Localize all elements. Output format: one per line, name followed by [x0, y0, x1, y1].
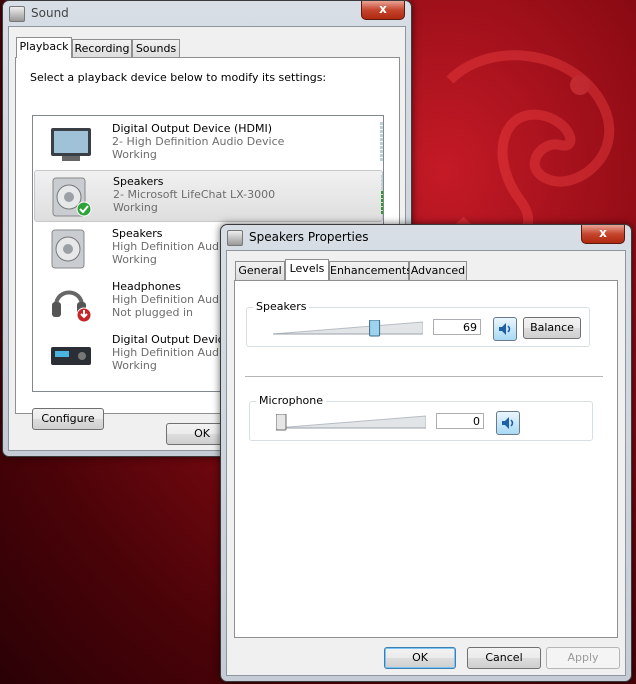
- speaker-default-icon: [52, 177, 92, 217]
- list-item-selected[interactable]: Speakers 2- Microsoft LifeChat LX-3000 W…: [34, 170, 383, 222]
- meter-segment: [380, 134, 383, 137]
- meter-segment: [380, 138, 383, 141]
- sound-titlebar[interactable]: Sound x: [3, 1, 411, 27]
- meter-segment: [380, 122, 383, 125]
- tab-recording[interactable]: Recording: [72, 39, 132, 58]
- meter-segment: [381, 203, 383, 206]
- meter-segment: [380, 154, 383, 157]
- properties-client-area: General Levels Enhancements Advanced Spe…: [226, 250, 626, 676]
- speakers-level-label: Speakers: [253, 300, 310, 313]
- receiver-icon: [51, 347, 91, 365]
- meter-segment: [380, 126, 383, 129]
- device-description: 2- Microsoft LifeChat LX-3000: [113, 188, 276, 201]
- device-description: 2- High Definition Audio Device: [112, 135, 285, 148]
- speakers-properties-window: Speakers Properties x General Levels Enh…: [220, 224, 632, 682]
- levels-panel: Speakers 69 Balance Microphone 0: [234, 280, 618, 638]
- list-item[interactable]: Digital Output Device (HDMI) 2- High Def…: [34, 118, 383, 168]
- microphone-volume-value[interactable]: 0: [436, 413, 484, 429]
- device-name: Speakers: [112, 227, 163, 240]
- device-status: Not plugged in: [112, 306, 194, 319]
- meter-segment: [381, 211, 383, 214]
- meter-segment: [381, 175, 383, 178]
- speakers-volume-slider[interactable]: [273, 320, 423, 338]
- device-name: Digital Output Device (HDMI): [112, 122, 273, 135]
- level-meter: [381, 175, 383, 215]
- meter-segment: [381, 179, 383, 182]
- tab-levels[interactable]: Levels: [285, 259, 329, 280]
- separator: [245, 376, 603, 377]
- sound-close-button[interactable]: x: [361, 1, 405, 20]
- meter-segment: [380, 146, 383, 149]
- speaker-app-icon: [227, 230, 243, 246]
- properties-titlebar[interactable]: Speakers Properties x: [221, 225, 631, 251]
- tab-enhancements[interactable]: Enhancements: [329, 261, 412, 280]
- properties-close-button[interactable]: x: [581, 225, 625, 244]
- speakers-slider-thumb[interactable]: [369, 320, 381, 337]
- device-status: Working: [113, 201, 158, 214]
- speaker-icon: [51, 229, 85, 269]
- sound-app-icon: [9, 6, 25, 22]
- meter-segment: [380, 158, 383, 161]
- speakers-volume-value[interactable]: 69: [433, 319, 481, 335]
- speaker-volume-icon: [499, 323, 511, 335]
- meter-segment: [381, 207, 383, 210]
- tab-playback[interactable]: Playback: [16, 37, 72, 58]
- device-name: Speakers: [113, 175, 164, 188]
- monitor-icon: [51, 128, 91, 161]
- meter-segment: [381, 195, 383, 198]
- configure-button[interactable]: Configure: [32, 408, 104, 430]
- device-status: Working: [112, 253, 157, 266]
- properties-cancel-button[interactable]: Cancel: [467, 647, 541, 669]
- speaker-volume-icon: [502, 417, 514, 429]
- meter-segment: [381, 191, 383, 194]
- meter-segment: [381, 187, 383, 190]
- sound-title: Sound: [31, 6, 69, 20]
- device-status: Working: [112, 148, 157, 161]
- meter-segment: [381, 199, 383, 202]
- headphones-unplugged-icon: [52, 290, 92, 322]
- properties-title: Speakers Properties: [249, 230, 369, 244]
- meter-segment: [381, 183, 383, 186]
- tab-sounds[interactable]: Sounds: [132, 39, 180, 58]
- microphone-mute-button[interactable]: [496, 411, 520, 435]
- microphone-volume-slider[interactable]: [276, 414, 426, 432]
- microphone-group: Microphone 0: [249, 394, 593, 441]
- tab-advanced[interactable]: Advanced: [409, 261, 467, 280]
- meter-segment: [380, 130, 383, 133]
- meter-segment: [380, 142, 383, 145]
- level-meter: [380, 122, 383, 162]
- speakers-mute-button[interactable]: [493, 317, 517, 341]
- tab-general[interactable]: General: [235, 261, 285, 280]
- microphone-level-label: Microphone: [256, 394, 327, 407]
- speakers-group: Speakers 69 Balance: [246, 300, 590, 347]
- meter-segment: [380, 150, 383, 153]
- properties-apply-button[interactable]: Apply: [546, 647, 620, 669]
- instruction-text: Select a playback device below to modify…: [30, 71, 327, 84]
- properties-ok-button[interactable]: OK: [384, 647, 456, 669]
- device-status: Working: [112, 359, 157, 372]
- microphone-slider-thumb[interactable]: [276, 414, 287, 431]
- balance-button[interactable]: Balance: [523, 317, 581, 339]
- device-name: Headphones: [112, 280, 181, 293]
